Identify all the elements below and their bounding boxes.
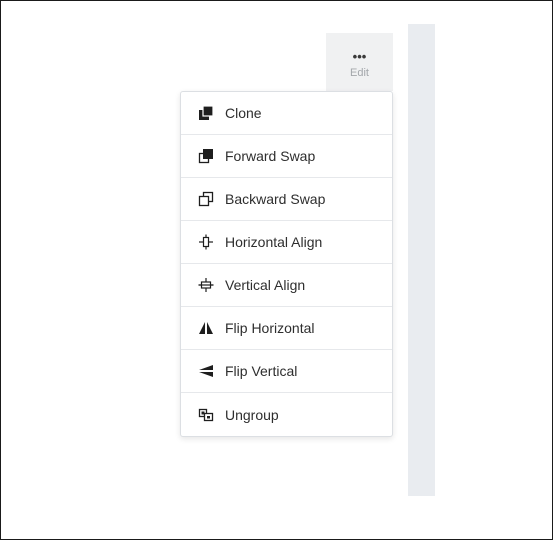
flip-vertical-icon [197,362,215,380]
menu-item-label: Ungroup [225,406,279,423]
menu-item-label: Forward Swap [225,148,316,164]
edit-label: Edit [350,66,369,79]
menu-item-label: Horizontal Align [225,234,323,250]
vertical-align-icon [197,276,215,294]
forward-swap-icon [197,147,215,165]
menu-item-flip-vertical[interactable]: Flip Vertical [181,350,392,393]
menu-item-ungroup[interactable]: Ungroup [181,393,392,436]
flip-horizontal-icon [197,319,215,337]
edit-button[interactable]: ••• Edit [326,33,393,91]
menu-item-forward-swap[interactable]: Forward Swap [181,135,392,178]
menu-item-clone[interactable]: Clone [181,92,392,135]
menu-item-horizontal-align[interactable]: Horizontal Align [181,221,392,264]
menu-item-vertical-align[interactable]: Vertical Align [181,264,392,307]
horizontal-align-icon [197,233,215,251]
menu-item-label: Backward Swap [225,191,326,207]
menu-item-label: Flip Horizontal [225,320,315,336]
backward-swap-icon [197,190,215,208]
more-dots-icon: ••• [352,48,367,64]
menu-item-flip-horizontal[interactable]: Flip Horizontal [181,307,392,350]
edit-menu: Clone Forward Swap Backward Swap Horizon… [180,91,393,437]
menu-item-label: Clone [225,105,262,121]
side-panel-strip [408,24,435,496]
menu-item-backward-swap[interactable]: Backward Swap [181,178,392,221]
menu-item-label: Vertical Align [225,277,306,293]
clone-icon [197,104,215,122]
ungroup-icon [197,406,215,424]
menu-item-label: Flip Vertical [225,363,298,379]
